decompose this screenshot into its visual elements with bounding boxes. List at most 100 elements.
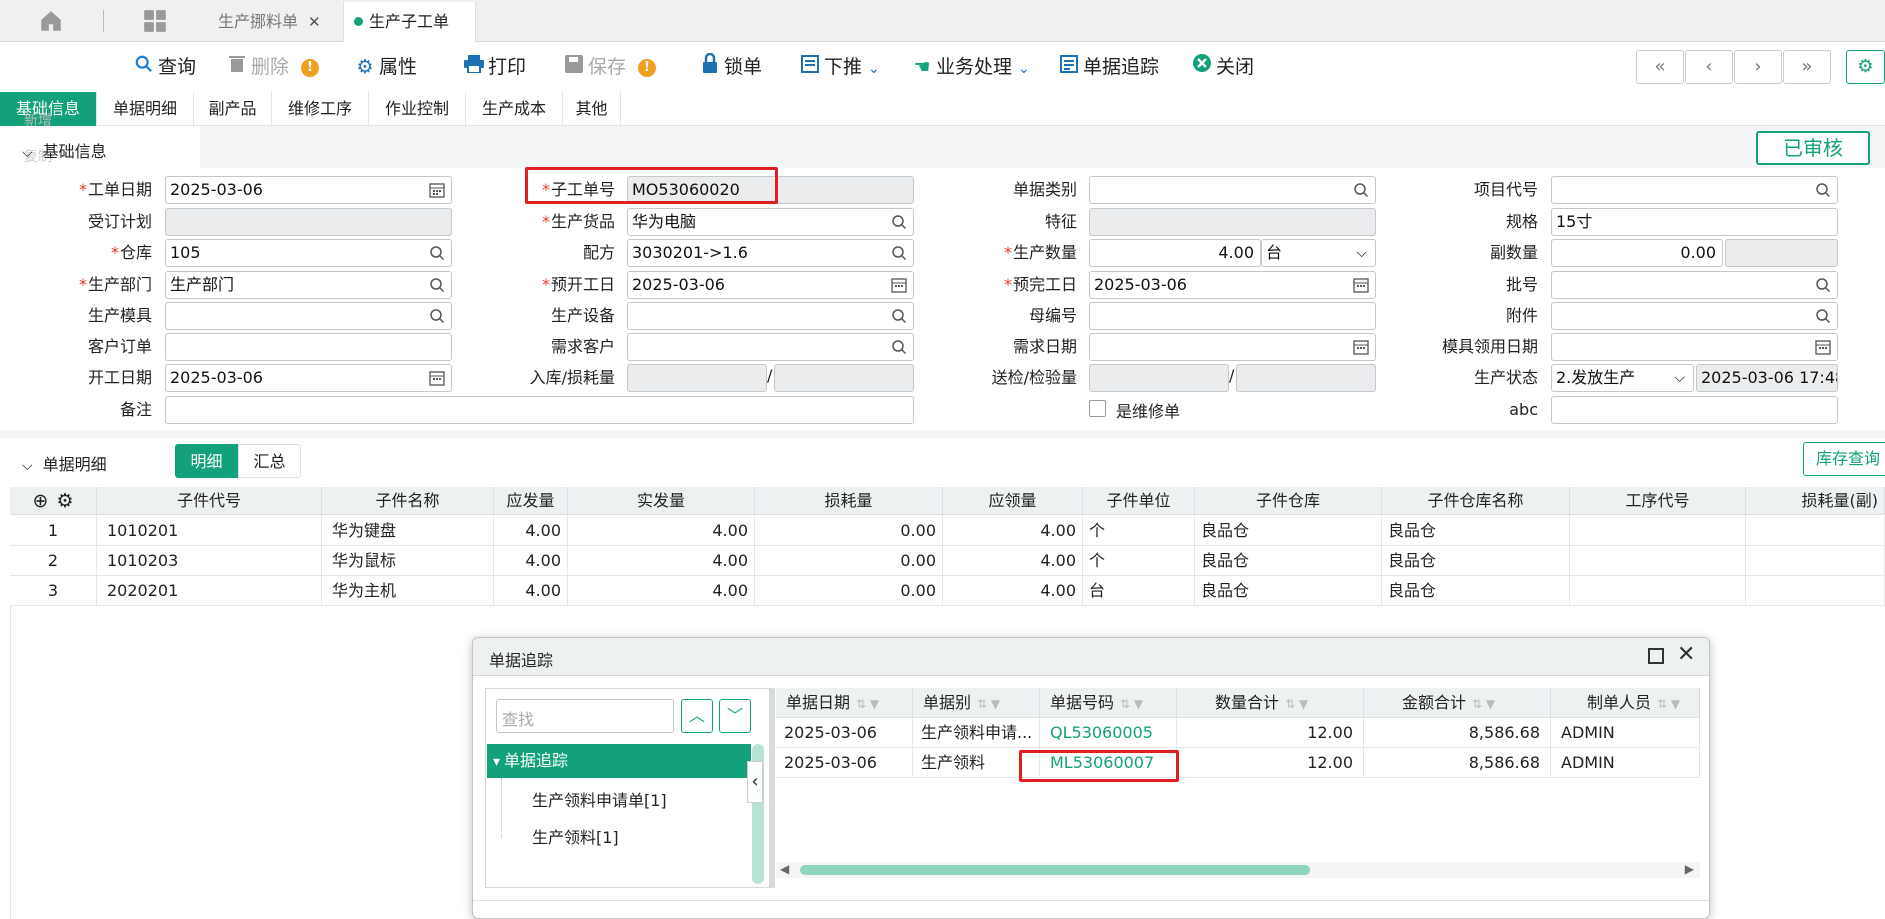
tab-repair-process[interactable]: 维修工序 [272, 92, 369, 126]
tab-operation-control[interactable]: 作业控制 [369, 92, 466, 126]
search-icon[interactable] [1353, 182, 1369, 198]
prod-status-time-field[interactable]: 2025-03-06 17:48 [1696, 364, 1838, 392]
last-record-button[interactable]: » [1783, 50, 1831, 84]
grid-cell[interactable]: 2020201 [97, 576, 322, 606]
grid-cell[interactable]: 个 [1083, 546, 1195, 576]
grid-cell[interactable]: 良品仓 [1195, 546, 1382, 576]
parent-no-field[interactable] [1089, 302, 1376, 330]
col-header[interactable]: 实发量 [568, 487, 755, 515]
close-icon[interactable]: ✕ [308, 13, 321, 31]
grid-cell[interactable]: 4.00 [943, 516, 1083, 546]
prod-mold-field[interactable] [165, 302, 452, 330]
grid-cell[interactable] [1570, 516, 1746, 546]
tree-item-requisition[interactable]: 生产领料申请单[1] [532, 787, 667, 811]
grid-cell[interactable]: 12.00 [1177, 718, 1364, 748]
push-down-button[interactable]: 下推 ⌄ [799, 44, 880, 90]
abc-field[interactable] [1551, 396, 1838, 424]
col-header[interactable]: 工序代号 [1570, 487, 1746, 515]
splitter[interactable] [769, 688, 775, 888]
col-header[interactable]: 损耗量 [755, 487, 943, 515]
row-number[interactable]: 2 [10, 546, 97, 576]
first-record-button[interactable]: « [1636, 50, 1684, 84]
save-button[interactable]: 保存! [563, 44, 657, 90]
mold-date-field[interactable] [1551, 333, 1838, 361]
demand-customer-field[interactable] [627, 333, 914, 361]
grid-cell[interactable]: 4.00 [568, 576, 755, 606]
grid-cell[interactable]: 良品仓 [1382, 546, 1570, 576]
calendar-icon[interactable] [429, 370, 445, 386]
feature-field[interactable] [1089, 208, 1376, 236]
grid-cell[interactable]: 良品仓 [1195, 576, 1382, 606]
project-code-field[interactable] [1551, 176, 1838, 204]
calendar-icon[interactable] [429, 182, 445, 198]
attachment-field[interactable] [1551, 302, 1838, 330]
attribute-button[interactable]: ⚙ 属性 [354, 44, 417, 90]
sub-qty-field[interactable]: 0.00 [1551, 239, 1723, 267]
grid-cell[interactable]: 良品仓 [1195, 516, 1382, 546]
add-row-icon[interactable]: ⊕ [33, 490, 49, 512]
col-header[interactable]: 应领量 [943, 487, 1083, 515]
grid-cell[interactable]: 4.00 [568, 546, 755, 576]
order-plan-field[interactable] [165, 208, 452, 236]
col-header[interactable]: 金额合计 ⇅ ▼ [1364, 688, 1551, 718]
grid-cell[interactable]: ADMIN [1551, 718, 1700, 748]
business-process-button[interactable]: ☚ 业务处理 ⌄ [911, 44, 1029, 90]
remark-field[interactable] [165, 396, 914, 424]
gear-icon[interactable]: ⚙ [56, 490, 73, 512]
loss-qty-field[interactable] [774, 364, 914, 392]
calendar-icon[interactable] [1815, 339, 1831, 355]
prev-record-button[interactable]: ‹ [1685, 50, 1733, 84]
next-record-button[interactable]: › [1734, 50, 1782, 84]
grid-cell[interactable]: 个 [1083, 516, 1195, 546]
maximize-icon[interactable] [1648, 648, 1664, 664]
home-icon[interactable] [38, 8, 64, 34]
scroll-right-icon[interactable]: ▶ [1685, 862, 1694, 876]
col-header[interactable]: 单据号码 ⇅ ▼ [1040, 688, 1177, 718]
document-trace-button[interactable]: 单据追踪 [1058, 44, 1159, 90]
search-icon[interactable] [891, 245, 907, 261]
col-header[interactable]: 子件名称 [322, 487, 494, 515]
grid-cell[interactable]: 8,586.68 [1364, 718, 1551, 748]
grid-cell[interactable] [1746, 516, 1885, 546]
sort-filter-icon[interactable]: ⇅ ▼ [1285, 697, 1308, 711]
sort-filter-icon[interactable]: ⇅ ▼ [1120, 697, 1143, 711]
lock-button[interactable]: 锁单 [699, 44, 762, 90]
grid-cell[interactable]: 台 [1083, 576, 1195, 606]
segment-detail[interactable]: 明细 [175, 444, 238, 478]
search-icon[interactable] [891, 339, 907, 355]
grid-cell[interactable]: 0.00 [755, 546, 943, 576]
col-header[interactable]: 子件仓库名称 [1382, 487, 1570, 515]
close-icon[interactable]: ✕ [1677, 642, 1695, 667]
col-header[interactable]: 子件单位 [1083, 487, 1195, 515]
tab-sub-work-order[interactable]: 生产子工单✕ [344, 2, 476, 71]
grid-cell[interactable]: 2025-03-06 [776, 748, 913, 778]
grid-cell[interactable] [1746, 546, 1885, 576]
tree-root-item[interactable]: ▾ 单据追踪 [487, 744, 751, 778]
grid-cell[interactable]: 1010203 [97, 546, 322, 576]
grid-cell[interactable]: 1010201 [97, 516, 322, 546]
prod-status-select[interactable]: 2.发放生产 ⌵ [1551, 364, 1694, 392]
grid-cell[interactable]: 生产领料申请... [913, 718, 1040, 748]
tree-item-material-issue[interactable]: 生产领料[1] [532, 824, 619, 848]
grid-cell[interactable]: 4.00 [494, 546, 568, 576]
grid-cell[interactable]: 4.00 [943, 546, 1083, 576]
collapse-panel-icon[interactable]: ‹ [747, 761, 763, 803]
sort-filter-icon[interactable]: ⇅ ▼ [1657, 697, 1680, 711]
prod-goods-field[interactable]: 华为电脑 [627, 208, 914, 236]
col-header[interactable]: 数量合计 ⇅ ▼ [1177, 688, 1364, 718]
grid-cell[interactable]: 4.00 [494, 516, 568, 546]
tab-byproduct[interactable]: 副产品 [194, 92, 272, 126]
grid-cell[interactable]: 2025-03-06 [776, 718, 913, 748]
tab-document-detail[interactable]: 单据明细 [97, 92, 194, 126]
scrollbar-thumb[interactable] [800, 865, 1310, 875]
batch-field[interactable] [1551, 271, 1838, 299]
chevron-up-icon[interactable]: ︿ [681, 699, 713, 733]
grid-apps-icon[interactable] [142, 8, 168, 34]
chevron-down-icon[interactable]: ﹀ [719, 699, 751, 733]
grid-cell[interactable]: 0.00 [755, 576, 943, 606]
col-header[interactable]: 应发量 [494, 487, 568, 515]
search-icon[interactable] [1815, 182, 1831, 198]
search-input[interactable]: 查找 [496, 699, 674, 733]
col-header[interactable]: 制单人员 ⇅ ▼ [1551, 688, 1700, 718]
tab-material-transfer[interactable]: 生产挪料单 ✕ [208, 2, 344, 42]
